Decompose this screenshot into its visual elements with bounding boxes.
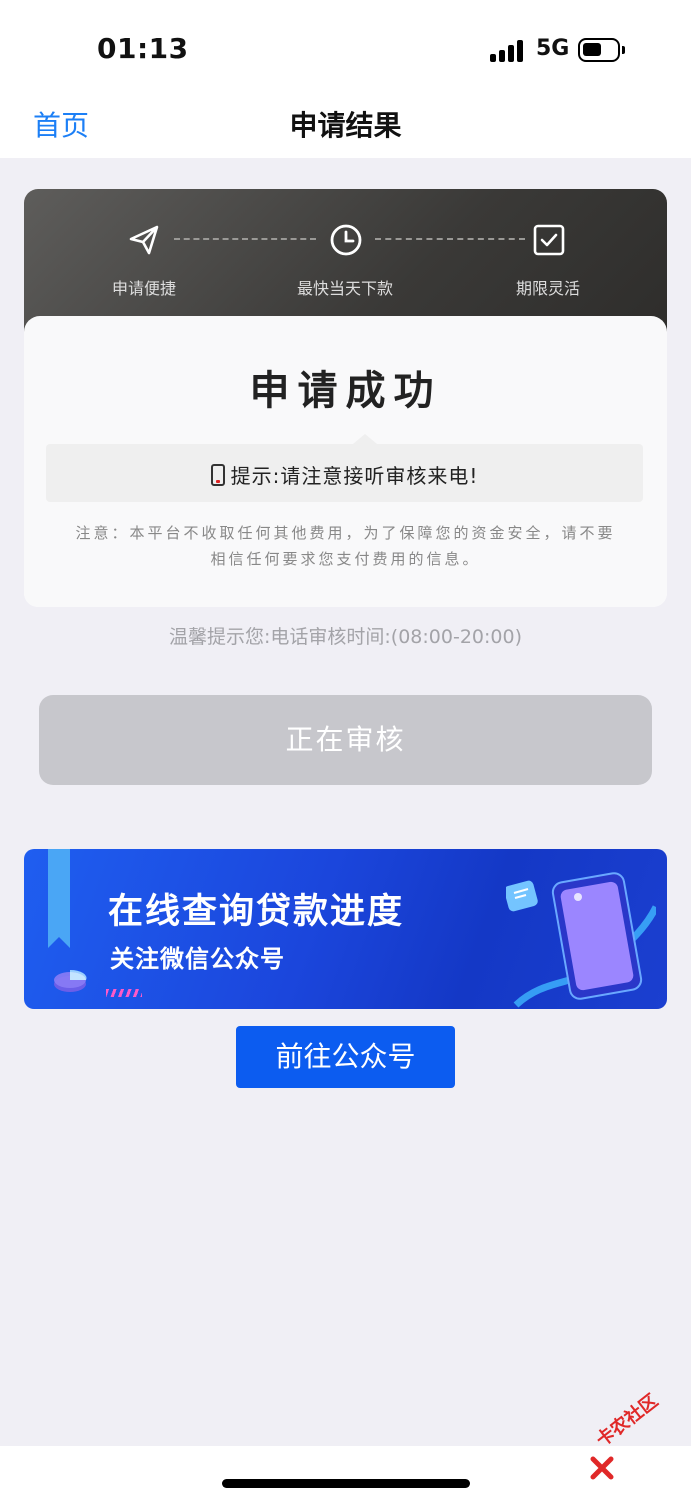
reviewing-button[interactable]: 正在审核 xyxy=(39,695,652,785)
fee-notice: 注意：本平台不收取任何其他费用，为了保障您的资金安全，请不要相信任何要求您支付费… xyxy=(75,524,616,568)
success-title: 申请成功 xyxy=(249,368,442,414)
mobile-phone-icon xyxy=(210,464,225,486)
banner-subtitle: 关注微信公众号 xyxy=(110,945,285,973)
ribbon-decoration xyxy=(48,849,70,948)
checkbox-icon xyxy=(533,224,565,256)
pie-chart-icon xyxy=(54,969,87,992)
page-title: 申请结果 xyxy=(289,109,402,142)
step-label-term: 期限灵活 xyxy=(515,279,580,298)
home-indicator[interactable] xyxy=(222,1479,470,1488)
banner-title: 在线查询贷款进度 xyxy=(108,892,405,932)
watermark-logo-icon xyxy=(590,1456,614,1480)
clock-icon xyxy=(330,224,362,256)
network-type: 5G xyxy=(536,36,570,61)
paper-plane-icon xyxy=(129,225,159,255)
step-connector xyxy=(375,238,525,240)
status-time: 01:13 xyxy=(97,32,189,65)
navigation-bar: 申请结果 首页 xyxy=(0,96,691,158)
watermark: 卡农社区 xyxy=(588,1390,690,1482)
call-tip-box: 提示:请注意接听审核来电! xyxy=(46,434,643,502)
result-card: 申请便捷 最快当天下款 期限灵活 申请成功 提示:请注意接听审核来电! 注意：本… xyxy=(24,189,667,607)
goto-official-account-button[interactable]: 前往公众号 xyxy=(236,1026,455,1088)
battery-icon xyxy=(578,38,625,62)
home-back-button[interactable]: 首页 xyxy=(33,104,89,144)
smartphone-illustration-icon xyxy=(506,872,656,1008)
status-bar: 01:13 5G xyxy=(0,0,691,96)
result-body: 申请成功 提示:请注意接听审核来电! 注意：本平台不收取任何其他费用，为了保障您… xyxy=(24,316,667,607)
wechat-promo-banner[interactable]: 在线查询贷款进度 关注微信公众号 xyxy=(24,849,667,1009)
call-tip-text: 提示:请注意接听审核来电! xyxy=(230,464,479,488)
review-hours-tip: 温馨提示您:电话审核时间:(08:00-20:00) xyxy=(169,626,522,648)
cellular-signal-icon xyxy=(490,40,526,62)
stripe-decoration xyxy=(106,989,142,997)
watermark-text: 卡农社区 xyxy=(592,1390,663,1452)
step-label-loan: 最快当天下款 xyxy=(296,279,393,298)
step-connector xyxy=(174,238,316,240)
step-label-apply: 申请便捷 xyxy=(111,279,176,298)
